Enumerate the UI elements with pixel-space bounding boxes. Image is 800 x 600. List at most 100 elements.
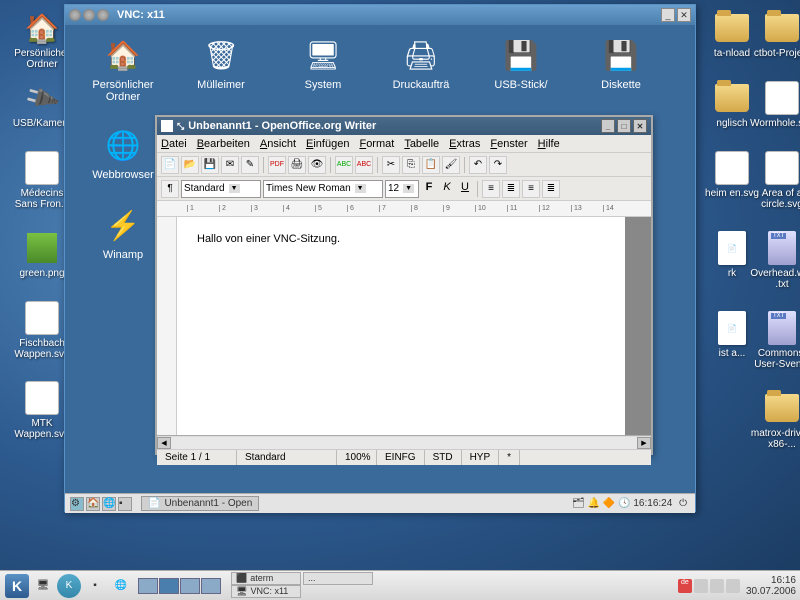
document-page[interactable]: Hallo von einer VNC-Sitzung. [177,217,625,435]
format-paint-button[interactable]: 🖌 [442,156,460,174]
align-center-button[interactable]: ≣ [502,180,520,198]
cut-button[interactable]: ✂ [382,156,400,174]
task-vnc[interactable]: 🖥VNC: x11 [231,585,301,598]
spellcheck-button[interactable]: ABC [335,156,353,174]
remote-icon-webbrowser[interactable]: 🌐Webbrowser [83,125,163,181]
window-menu-btn[interactable] [69,9,81,21]
remote-task-button[interactable]: 📄 Unbenannt1 - Open [141,496,259,511]
desktop-icon-wormhole-svg[interactable]: ◆Wormhole.svg [750,80,800,129]
save-button[interactable]: 💾 [201,156,219,174]
clock-icon[interactable]: 🕓 [618,498,630,509]
styles-button[interactable]: ¶ [161,180,179,198]
align-justify-button[interactable]: ≣ [542,180,560,198]
menu-format[interactable]: Format [359,138,394,150]
close-button[interactable]: ✕ [677,8,691,22]
quicklaunch-desktop[interactable]: 🖥 [31,574,55,598]
remote-icon-system[interactable]: 🖥System [283,35,363,91]
scroll-left-button[interactable]: ◀ [157,437,171,449]
desktop-icon-commons-user-sven-[interactable]: Commons: User-Sven... [750,310,800,370]
pdf-export-button[interactable]: PDF [268,156,286,174]
tray-volume-icon[interactable] [710,579,724,593]
tray-network-icon[interactable] [726,579,740,593]
remote-icon-usb-stick-[interactable]: 💾USB-Stick/ [481,35,561,91]
vertical-ruler[interactable] [157,217,177,435]
remote-icon-pers-nlicher-ordner[interactable]: 🏠Persönlicher Ordner [83,35,163,103]
pager-4[interactable] [201,578,221,594]
task-aterm[interactable]: ⬛aterm [231,572,301,585]
status-zoom[interactable]: 100% [337,450,377,465]
email-button[interactable]: ✉ [221,156,239,174]
italic-button[interactable]: K [439,181,455,197]
desktop-icon-matrox-driver-x86-[interactable]: matrox-driver-x86-... [750,390,800,450]
paragraph-style-combo[interactable]: Standard▼ [181,180,261,198]
document-text[interactable]: Hallo von einer VNC-Sitzung. [197,233,340,245]
menu-ansicht[interactable]: Ansicht [260,138,296,150]
minimize-button[interactable]: _ [661,8,675,22]
remote-home-icon[interactable]: 🏠 [86,497,100,511]
menu-bearbeiten[interactable]: Bearbeiten [197,138,250,150]
oo-maximize-button[interactable]: □ [617,119,631,133]
window-sticky-btn[interactable] [83,9,95,21]
oo-minimize-button[interactable]: _ [601,119,615,133]
file-icon [714,10,750,46]
print-button[interactable]: 🖨 [288,156,306,174]
oo-close-button[interactable]: ✕ [633,119,647,133]
desktop-icon-ctbot-projekt[interactable]: ctbot-Projekt [750,10,800,59]
align-left-button[interactable]: ≡ [482,180,500,198]
status-insert[interactable]: EINFG [377,450,425,465]
desktop-icon-overhead-wiki-txt[interactable]: Overhead.wiki.txt [750,230,800,290]
underline-button[interactable]: U [457,181,473,197]
menu-hilfe[interactable]: Hilfe [538,138,560,150]
remote-start-button[interactable]: ⚙ [70,497,84,511]
remote-icon-druckauftr-[interactable]: 🖨Druckaufträ [381,35,461,91]
align-right-button[interactable]: ≡ [522,180,540,198]
open-button[interactable]: 📂 [181,156,199,174]
edit-button[interactable]: ✎ [241,156,259,174]
auto-spellcheck-button[interactable]: ABC [355,156,373,174]
copy-button[interactable]: ⎘ [402,156,420,174]
remote-terminal-icon[interactable]: ▪ [118,497,132,511]
horizontal-scrollbar[interactable]: ◀ ▶ [157,435,651,449]
window-shade-btn[interactable] [97,9,109,21]
menu-datei[interactable]: Datei [161,138,187,150]
print-preview-button[interactable]: 👁 [308,156,326,174]
font-name-combo[interactable]: Times New Roman▼ [263,180,383,198]
task-other[interactable]: ... [303,572,373,585]
remote-icon-m-lleimer[interactable]: 🗑Mülleimer [181,35,261,91]
bold-button[interactable]: F [421,181,437,197]
desktop-icon-area-of-a-circle-svg[interactable]: ◆Area of a circle.svg [750,150,800,210]
pager-2[interactable] [159,578,179,594]
font-size-combo[interactable]: 12▼ [385,180,419,198]
menu-einfügen[interactable]: Einfügen [306,138,349,150]
kde-clock[interactable]: 16:16 30.07.2006 [746,575,796,597]
icon-label: Area of a circle.svg [750,188,800,210]
volume-icon[interactable]: 🗂 [572,498,585,509]
quicklaunch-browser[interactable]: 🌐 [109,574,133,598]
quicklaunch-terminal[interactable]: ▪ [83,574,107,598]
remote-browser-icon[interactable]: 🌐 [102,497,116,511]
logout-icon[interactable]: ⏻ [679,498,687,509]
undo-button[interactable]: ↶ [469,156,487,174]
display-icon[interactable]: 🔶 [603,498,615,509]
new-doc-button[interactable]: 📄 [161,156,179,174]
pager-3[interactable] [180,578,200,594]
paste-button[interactable]: 📋 [422,156,440,174]
icon-label: Commons: User-Sven... [750,348,800,370]
horizontal-ruler[interactable]: 1234567891011121314 [157,201,651,217]
remote-icon-diskette[interactable]: 💾Diskette [581,35,661,91]
oo-titlebar[interactable]: ⤡ Unbenannt1 - OpenOffice.org Writer _ □… [157,117,651,135]
k-menu-button[interactable]: K [5,574,29,598]
quicklaunch-home[interactable]: K [57,574,81,598]
remote-icon-winamp[interactable]: ⚡Winamp [83,205,163,261]
tray-clipboard-icon[interactable] [694,579,708,593]
scroll-right-button[interactable]: ▶ [637,437,651,449]
vnc-titlebar[interactable]: VNC: x11 _ ✕ [65,5,695,25]
file-icon [764,230,800,266]
menu-extras[interactable]: Extras [449,138,480,150]
klipper-icon[interactable]: 🔔 [588,498,600,509]
menu-tabelle[interactable]: Tabelle [404,138,439,150]
redo-button[interactable]: ↷ [489,156,507,174]
menu-fenster[interactable]: Fenster [490,138,527,150]
tray-keyboard-icon[interactable]: de [678,579,692,593]
pager-1[interactable] [138,578,158,594]
